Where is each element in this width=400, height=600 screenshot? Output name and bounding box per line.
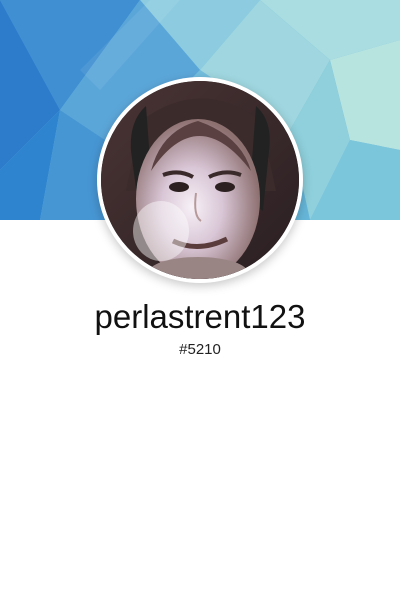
- username: perlastrent123: [94, 298, 306, 335]
- profile-card: perlastrent123 #5210: [0, 0, 400, 600]
- user-discriminator: #5210: [179, 341, 221, 358]
- user-photo-icon: [101, 81, 299, 279]
- avatar[interactable]: [97, 77, 303, 283]
